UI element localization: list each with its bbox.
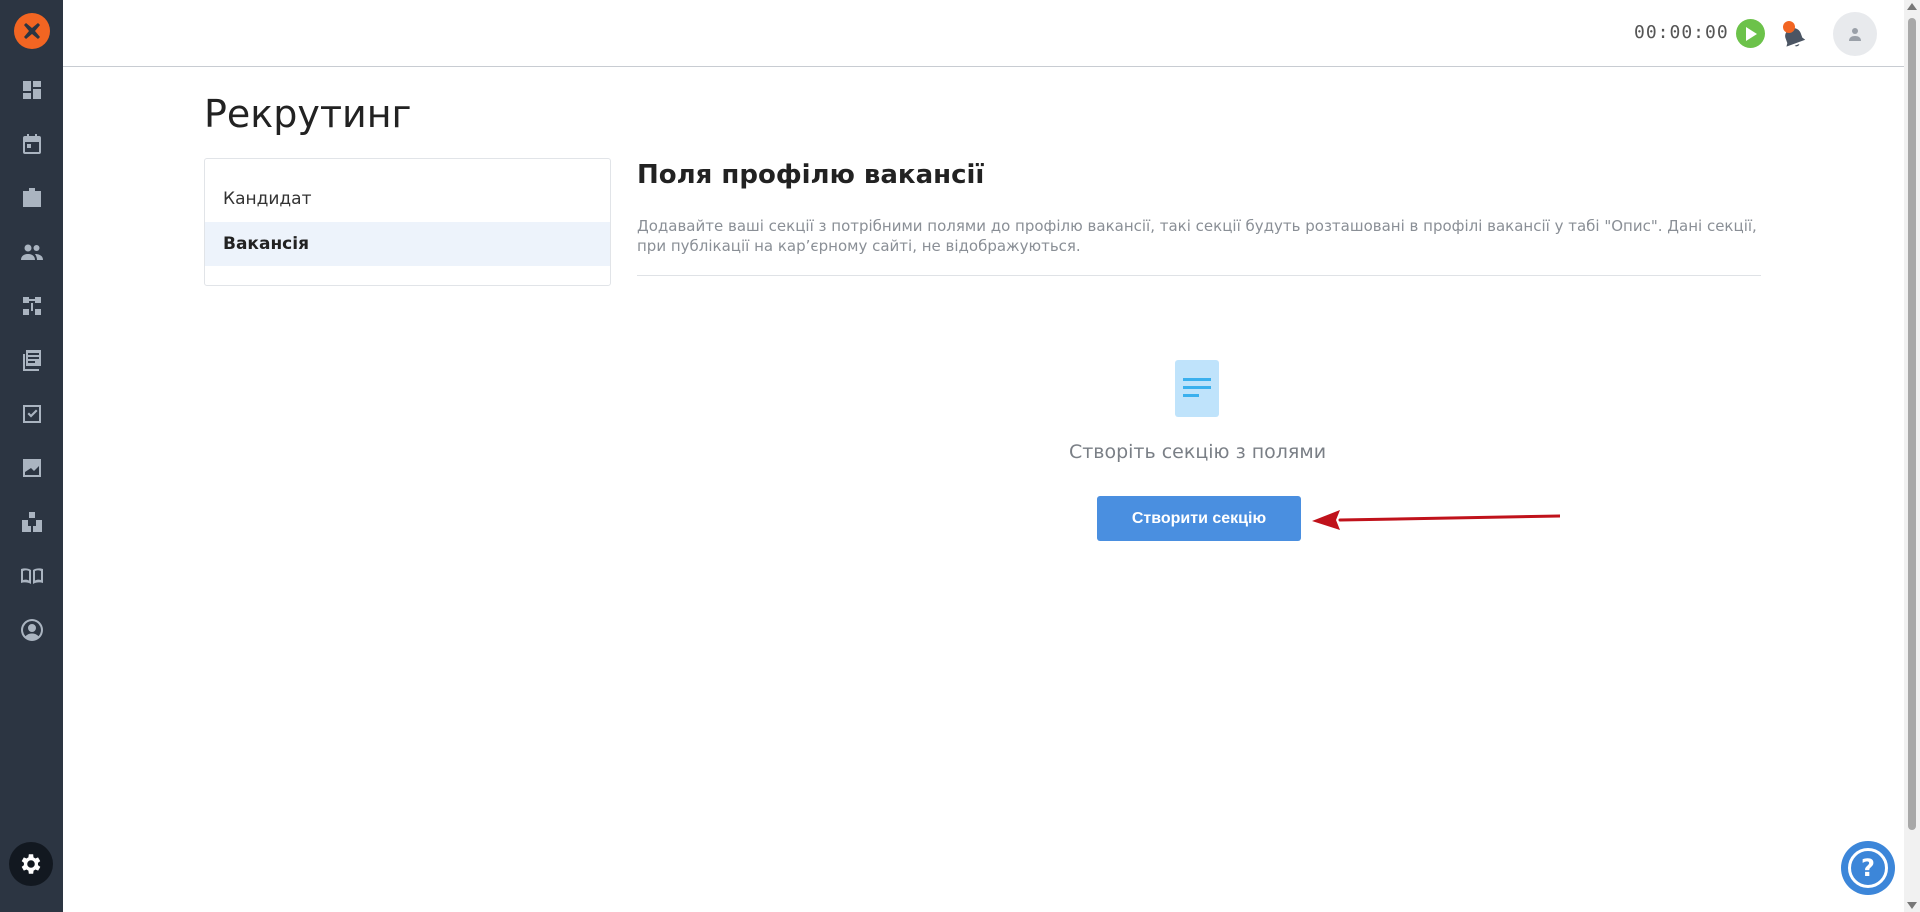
help-icon: ? (1848, 848, 1888, 888)
knowledge-base-icon[interactable] (19, 563, 45, 589)
pipeline-icon[interactable] (19, 293, 45, 319)
app-logo[interactable] (14, 13, 50, 49)
tasks-icon[interactable] (19, 401, 45, 427)
user-icon (1849, 28, 1861, 41)
divider (637, 275, 1761, 276)
dashboard-icon[interactable] (19, 77, 45, 103)
logo-x-icon (24, 23, 40, 39)
candidates-icon[interactable] (19, 239, 45, 265)
scroll-thumb[interactable] (1908, 18, 1916, 830)
scroll-up-arrow-icon[interactable] (1907, 3, 1917, 10)
help-button[interactable]: ? (1841, 841, 1895, 895)
section-title: Поля профілю вакансії (637, 160, 985, 190)
gear-icon (21, 854, 41, 874)
section-description: Додавайте ваші секції з потрібними полям… (637, 217, 1757, 255)
vertical-scrollbar[interactable] (1904, 0, 1920, 912)
document-icon (1175, 360, 1219, 417)
reports-icon[interactable] (19, 455, 45, 481)
account-icon[interactable] (19, 617, 45, 643)
integrations-icon[interactable] (19, 509, 45, 535)
menu-item-candidate[interactable]: Кандидат (205, 177, 610, 221)
play-icon (1745, 26, 1757, 41)
vacancies-icon[interactable] (19, 185, 45, 211)
time-tracker-timer: 00:00:00 (1634, 22, 1729, 43)
calendar-icon[interactable] (19, 131, 45, 157)
start-timer-button[interactable] (1736, 19, 1765, 48)
notification-indicator (1783, 21, 1795, 33)
topbar (63, 0, 1904, 67)
create-section-button[interactable]: Створити секцію (1097, 496, 1301, 541)
left-sidebar (0, 0, 63, 912)
annotation-arrow-icon (1312, 510, 1560, 530)
menu-item-vacancy[interactable]: Вакансія (205, 222, 610, 266)
scroll-down-arrow-icon[interactable] (1907, 902, 1917, 909)
empty-state-text: Створіть секцію з полями (1068, 441, 1327, 463)
library-icon[interactable] (19, 347, 45, 373)
settings-menu: Кандидат Вакансія (204, 158, 611, 286)
page-title: Рекрутинг (204, 92, 412, 136)
user-avatar[interactable] (1833, 12, 1877, 56)
settings-button[interactable] (9, 842, 53, 886)
